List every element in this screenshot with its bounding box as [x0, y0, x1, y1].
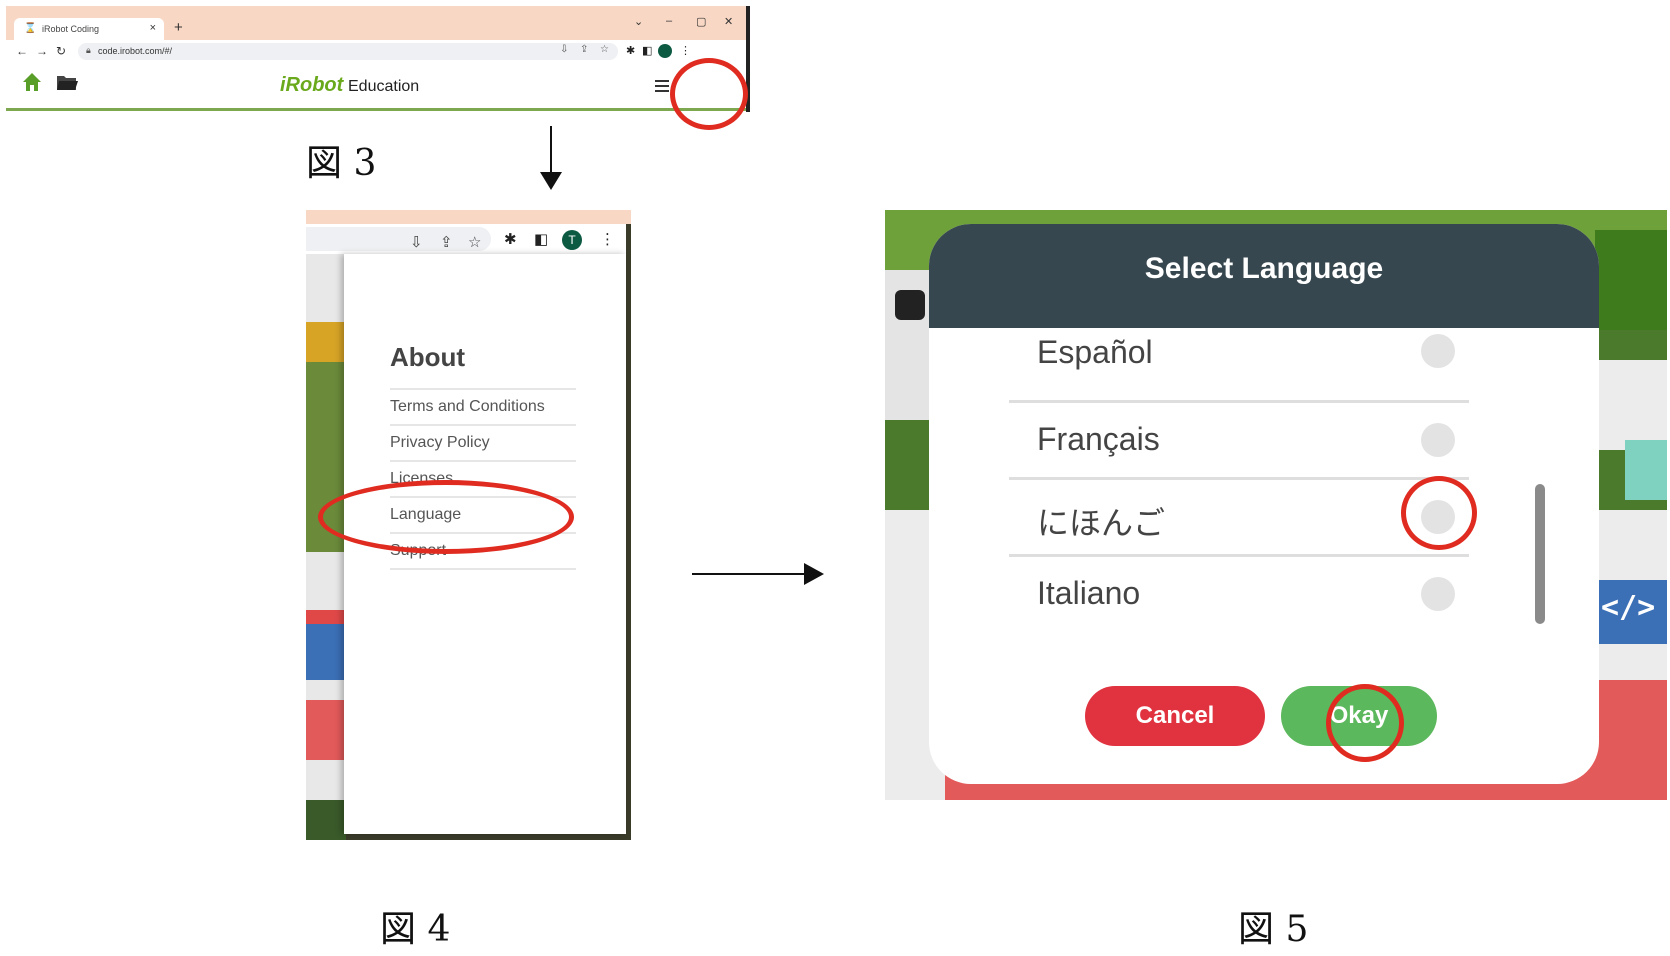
language-label: Italiano: [1037, 575, 1141, 611]
side-panel-icon[interactable]: ◧: [534, 230, 548, 248]
caption-fig3: 図 3: [306, 143, 377, 184]
side-panel-icon[interactable]: ◧: [642, 44, 652, 57]
new-tab-button[interactable]: +: [174, 19, 183, 36]
background-robot-eye: [895, 290, 925, 320]
hamburger-menu-icon[interactable]: [655, 80, 669, 92]
highlight-circle-menu: [670, 58, 748, 130]
background-cube-teal: [1625, 440, 1667, 500]
language-radio[interactable]: [1421, 577, 1455, 611]
tab-close-icon[interactable]: ×: [150, 22, 156, 34]
background-robot-right: [1595, 360, 1667, 450]
share-icon[interactable]: ⇪: [440, 233, 453, 251]
figure-3-browser: ⌛ iRobot Coding × + ⌄ – ▢ ✕ ← → ↻ 🔒︎ cod…: [6, 6, 750, 112]
menu-item-privacy[interactable]: Privacy Policy: [390, 424, 576, 461]
url-text: code.irobot.com/#/: [98, 46, 173, 56]
background-grass: [306, 800, 346, 840]
language-label: にほんご: [1037, 505, 1166, 541]
home-icon[interactable]: [22, 72, 42, 92]
bookmark-star-icon[interactable]: ☆: [468, 233, 481, 251]
dialog-header: Select Language: [929, 224, 1599, 328]
background-code-card: [306, 624, 346, 680]
browser-toolbar: ← → ↻ 🔒︎ code.irobot.com/#/ ⇩ ⇪ ☆ ✱ ◧ ⋮: [6, 40, 746, 64]
language-option-japanese[interactable]: にほんご: [1009, 480, 1469, 557]
language-radio[interactable]: [1421, 334, 1455, 368]
install-icon[interactable]: ⇩: [560, 44, 568, 55]
browser-titlebar: ⌛ iRobot Coding × + ⌄ – ▢ ✕: [6, 6, 746, 40]
caption-fig4: 図 4: [380, 909, 451, 950]
forward-icon[interactable]: →: [36, 44, 48, 58]
back-icon[interactable]: ←: [16, 44, 28, 58]
dialog-scrollbar[interactable]: [1535, 484, 1545, 624]
irobot-favicon-icon: ⌛: [24, 23, 37, 34]
arrow-down-line: [550, 126, 552, 174]
extensions-icon[interactable]: ✱: [504, 230, 517, 248]
tab-search-icon[interactable]: ⌄: [634, 15, 643, 28]
language-label: Français: [1037, 421, 1160, 457]
background-cube: [306, 322, 346, 362]
highlight-circle-language: [318, 480, 574, 554]
language-option-espanol[interactable]: Español: [1009, 320, 1469, 403]
app-header: iRobot Education: [6, 64, 746, 111]
irobot-logo: iRobot: [280, 74, 344, 96]
arrow-right-head: [804, 563, 824, 585]
share-icon[interactable]: ⇪: [580, 44, 588, 55]
browser-tab[interactable]: ⌛ iRobot Coding ×: [14, 18, 164, 40]
install-icon[interactable]: ⇩: [410, 233, 423, 251]
caption-fig5: 図 5: [1238, 909, 1309, 950]
language-option-italiano[interactable]: Italiano: [1009, 557, 1469, 631]
background-robot-card: [1595, 680, 1667, 800]
background-strip: [306, 610, 346, 624]
code-icon: </>: [1601, 590, 1656, 625]
language-radio[interactable]: [1421, 423, 1455, 457]
address-bar-crop[interactable]: ⇩ ⇪ ☆: [306, 227, 491, 251]
browser-titlebar-crop: [306, 210, 631, 224]
language-label: Español: [1037, 334, 1153, 370]
address-bar[interactable]: 🔒︎ code.irobot.com/#/ ⇩ ⇪ ☆: [78, 43, 618, 60]
lock-icon: 🔒︎: [86, 45, 91, 55]
figure-5-language-dialog: </> Select Language Español Français にほん…: [885, 210, 1667, 800]
language-option-francais[interactable]: Français: [1009, 403, 1469, 480]
arrow-right-line: [692, 573, 808, 575]
dialog-title: Select Language: [1144, 252, 1384, 285]
profile-avatar[interactable]: T: [562, 230, 582, 250]
reload-icon[interactable]: ↻: [56, 44, 66, 58]
extensions-icon[interactable]: ✱: [626, 44, 635, 57]
background-bow: [1595, 230, 1667, 330]
browser-toolbar-crop: ⇩ ⇪ ☆ ✱ ◧ T ⋮: [306, 224, 626, 254]
education-label: Education: [348, 78, 420, 95]
arrow-down-head: [540, 172, 562, 190]
menu-item-terms[interactable]: Terms and Conditions: [390, 388, 576, 425]
language-dialog: Select Language Español Français にほんご It…: [929, 224, 1599, 784]
menu-title: About: [390, 342, 466, 372]
maximize-icon[interactable]: ▢: [696, 15, 706, 28]
cancel-button[interactable]: Cancel: [1085, 686, 1265, 746]
folder-icon[interactable]: [56, 74, 78, 92]
highlight-circle-japanese: [1401, 476, 1477, 550]
browser-menu-icon[interactable]: ⋮: [600, 230, 615, 248]
browser-menu-icon[interactable]: ⋮: [680, 44, 691, 57]
background-robot-card: [306, 700, 346, 760]
tab-title: iRobot Coding: [42, 24, 100, 34]
menu-divider: [390, 568, 576, 570]
highlight-circle-okay: [1326, 684, 1404, 762]
profile-avatar[interactable]: [658, 44, 672, 58]
minimize-icon[interactable]: –: [666, 15, 672, 27]
close-window-icon[interactable]: ✕: [724, 15, 733, 28]
bookmark-star-icon[interactable]: ☆: [600, 44, 609, 55]
